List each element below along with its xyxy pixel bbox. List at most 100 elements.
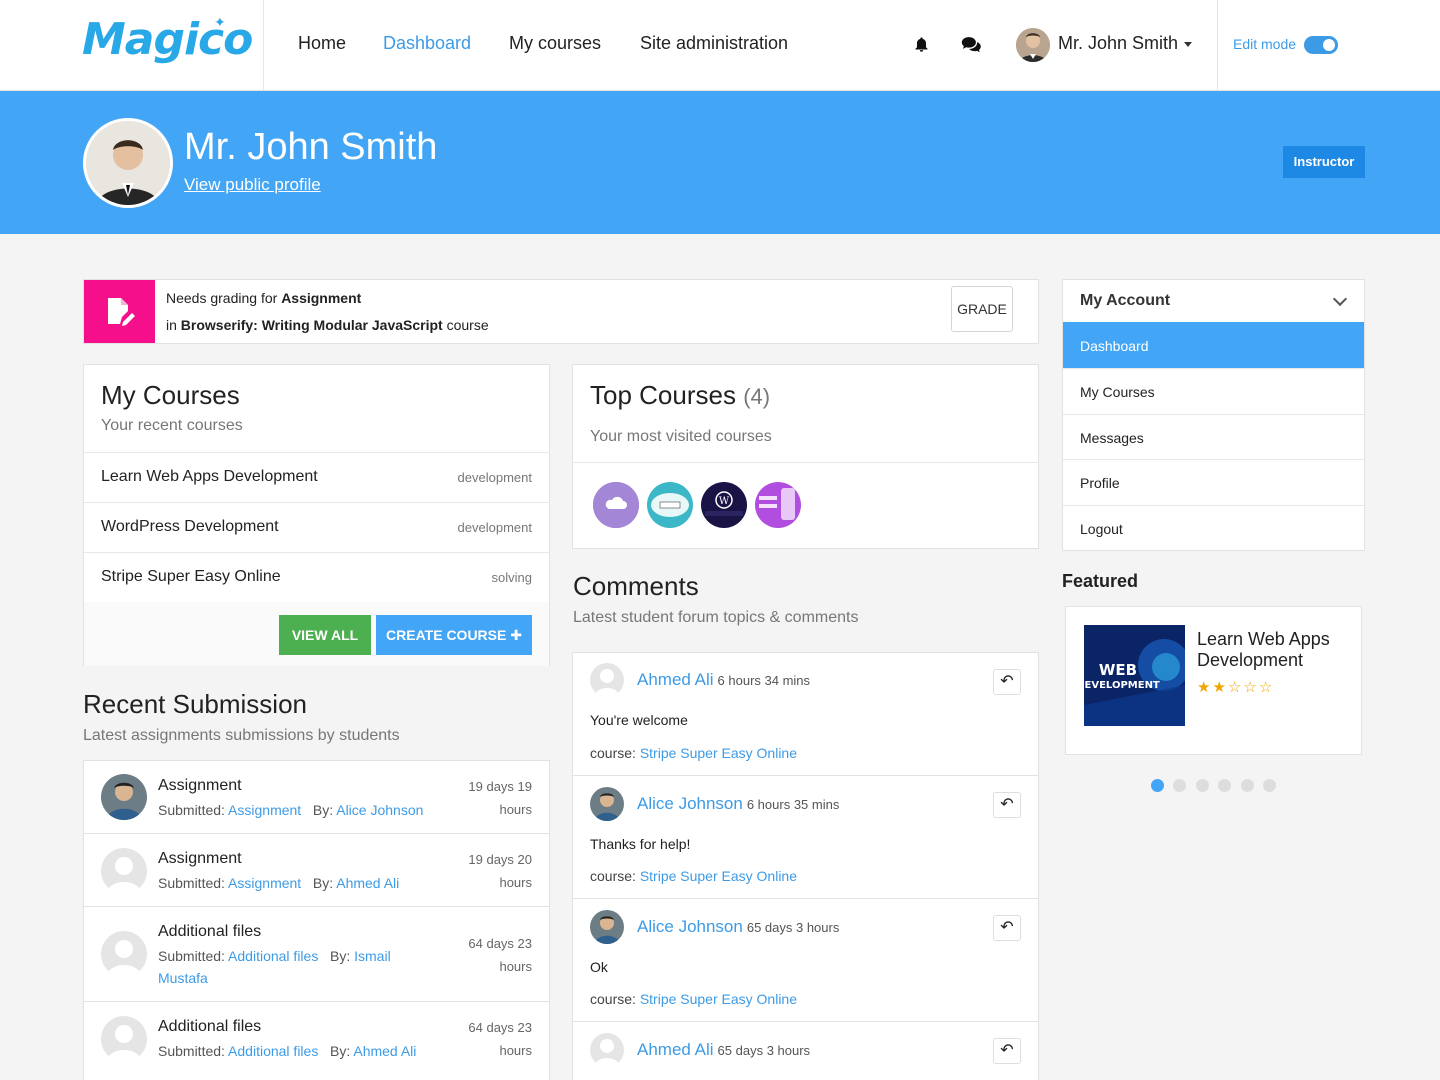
- reply-icon: ↶: [1000, 796, 1014, 813]
- featured-title: Featured: [1062, 571, 1139, 591]
- top-course-thumb[interactable]: [591, 480, 641, 530]
- featured-course-name[interactable]: Learn Web Apps Development: [1197, 629, 1357, 671]
- comment-time: 65 days 3 hours: [746, 920, 840, 935]
- user-avatar[interactable]: [1016, 28, 1050, 62]
- avatar[interactable]: [590, 663, 624, 697]
- submitter-link[interactable]: Ahmed Ali: [336, 875, 399, 891]
- comment-author[interactable]: Ahmed Ali 6 hours 34 mins: [637, 670, 810, 690]
- top-courses-subtitle: Your most visited courses: [590, 428, 772, 445]
- comment-course-link[interactable]: Stripe Super Easy Online: [640, 991, 797, 1007]
- grading-alert: Needs grading for Assignment in Browseri…: [83, 279, 1039, 344]
- submission-title[interactable]: Assignment: [158, 777, 242, 795]
- grade-button[interactable]: GRADE: [951, 286, 1013, 332]
- submission-meta: Submitted: Assignment By: Alice Johnson: [158, 802, 424, 818]
- magico-logo[interactable]: Magico: [82, 14, 253, 65]
- carousel-dot[interactable]: [1173, 779, 1186, 792]
- view-all-button[interactable]: VIEW ALL: [279, 615, 371, 655]
- star-rating: ★★☆☆☆: [1197, 678, 1274, 696]
- view-public-profile-link[interactable]: View public profile: [184, 175, 321, 195]
- carousel-dot[interactable]: [1151, 779, 1164, 792]
- account-item-profile[interactable]: Profile: [1063, 459, 1364, 505]
- comment-course-link[interactable]: Stripe Super Easy Online: [640, 745, 797, 761]
- star-filled-icon: ★: [1197, 679, 1213, 696]
- submission-title[interactable]: Assignment: [158, 850, 242, 868]
- my-courses-title: My Courses: [101, 380, 240, 410]
- reply-button[interactable]: ↶: [993, 915, 1021, 941]
- reply-icon: ↶: [1000, 673, 1014, 690]
- avatar[interactable]: [101, 848, 147, 894]
- comment-item: Ahmed Ali 6 hours 34 mins ↶ You're welcom…: [572, 652, 1039, 776]
- top-courses-count: (4): [743, 384, 771, 409]
- carousel-dot[interactable]: [1241, 779, 1254, 792]
- sparkle-icon: ✦: [214, 14, 226, 30]
- nav-dashboard[interactable]: Dashboard: [383, 33, 471, 54]
- featured-course-image[interactable]: WEB DEVELOPMENT: [1084, 625, 1185, 726]
- user-menu-toggle[interactable]: Mr. John Smith: [1058, 33, 1193, 54]
- chevron-down-icon[interactable]: [1332, 291, 1348, 307]
- submission-time: 64 days 23 hours: [468, 1020, 532, 1058]
- reply-button[interactable]: ↶: [993, 792, 1021, 818]
- plus-icon: ✚: [510, 627, 522, 643]
- bell-icon[interactable]: [913, 36, 930, 53]
- my-courses-subtitle: Your recent courses: [101, 417, 243, 434]
- profile-avatar: [83, 118, 173, 208]
- reply-icon: ↶: [1000, 1042, 1014, 1059]
- submission-title[interactable]: Additional files: [158, 1018, 261, 1036]
- submission-title[interactable]: Additional files: [158, 923, 261, 941]
- submitter-link[interactable]: Alice Johnson: [336, 802, 423, 818]
- star-empty-icon: ☆: [1227, 679, 1244, 696]
- create-course-button[interactable]: CREATE COURSE ✚: [376, 615, 532, 655]
- recent-submission-title: Recent Submission: [83, 689, 307, 719]
- submission-link[interactable]: Additional files: [228, 1043, 318, 1059]
- submitter-link[interactable]: Ahmed Ali: [353, 1043, 416, 1059]
- comment-text: You're welcome: [590, 712, 688, 728]
- avatar[interactable]: [101, 774, 147, 820]
- course-item-name[interactable]: Stripe Super Easy Online: [101, 568, 281, 586]
- alert-course: Browserify: Writing Modular JavaScript: [180, 317, 443, 333]
- course-item-name[interactable]: WordPress Development: [101, 518, 279, 536]
- carousel-dot[interactable]: [1196, 779, 1209, 792]
- nav-site-administration[interactable]: Site administration: [640, 33, 788, 54]
- course-item-tag: development: [457, 470, 532, 485]
- avatar[interactable]: [590, 1033, 624, 1067]
- comment-author[interactable]: Alice Johnson 6 hours 35 mins: [637, 794, 839, 814]
- carousel-dot[interactable]: [1263, 779, 1276, 792]
- comment-author[interactable]: Alice Johnson 65 days 3 hours: [637, 917, 839, 937]
- submission-link[interactable]: Assignment: [228, 802, 301, 818]
- comment-course-link[interactable]: Stripe Super Easy Online: [640, 868, 797, 884]
- submission-meta: Submitted: Additional files By: Ismail M…: [158, 948, 391, 986]
- account-item-logout[interactable]: Logout: [1063, 505, 1364, 551]
- account-item-my-courses[interactable]: My Courses: [1063, 368, 1364, 414]
- top-course-thumb[interactable]: W: [699, 480, 749, 530]
- submission-link[interactable]: Assignment: [228, 875, 301, 891]
- avatar[interactable]: [590, 910, 624, 944]
- avatar[interactable]: [101, 931, 147, 977]
- top-navbar: Magico ✦ Home Dashboard My courses Site …: [0, 0, 1440, 91]
- svg-text:DEVELOPMENT: DEVELOPMENT: [1084, 680, 1160, 691]
- comment-item: Ahmed Ali 65 days 3 hours ↶: [572, 1021, 1039, 1080]
- my-account-title[interactable]: My Account: [1080, 292, 1170, 310]
- course-item-name[interactable]: Learn Web Apps Development: [101, 468, 318, 486]
- edit-mode-toggle[interactable]: [1304, 36, 1338, 54]
- reply-button[interactable]: ↶: [993, 669, 1021, 695]
- top-course-thumb[interactable]: [645, 480, 695, 530]
- top-course-thumb[interactable]: [753, 480, 803, 530]
- avatar[interactable]: [590, 787, 624, 821]
- submission-meta: Submitted: Additional files By: Ahmed Al…: [158, 1043, 417, 1059]
- caret-down-icon: [1184, 41, 1193, 47]
- nav-my-courses[interactable]: My courses: [509, 33, 601, 54]
- comment-course: course: Stripe Super Easy Online: [590, 868, 798, 884]
- divider: [84, 502, 549, 503]
- avatar[interactable]: [101, 1016, 147, 1062]
- carousel-dot[interactable]: [1218, 779, 1231, 792]
- featured-course-card[interactable]: WEB DEVELOPMENT Learn Web Apps Developme…: [1065, 606, 1362, 755]
- nav-home[interactable]: Home: [298, 33, 346, 54]
- submission-link[interactable]: Additional files: [228, 948, 318, 964]
- account-item-messages[interactable]: Messages: [1063, 414, 1364, 460]
- comment-author[interactable]: Ahmed Ali 65 days 3 hours: [637, 1040, 810, 1060]
- reply-button[interactable]: ↶: [993, 1038, 1021, 1064]
- account-item-dashboard[interactable]: Dashboard: [1063, 322, 1364, 368]
- edit-mode-label: Edit mode: [1233, 36, 1297, 52]
- nav-divider: [263, 0, 264, 90]
- comments-icon[interactable]: [961, 36, 983, 54]
